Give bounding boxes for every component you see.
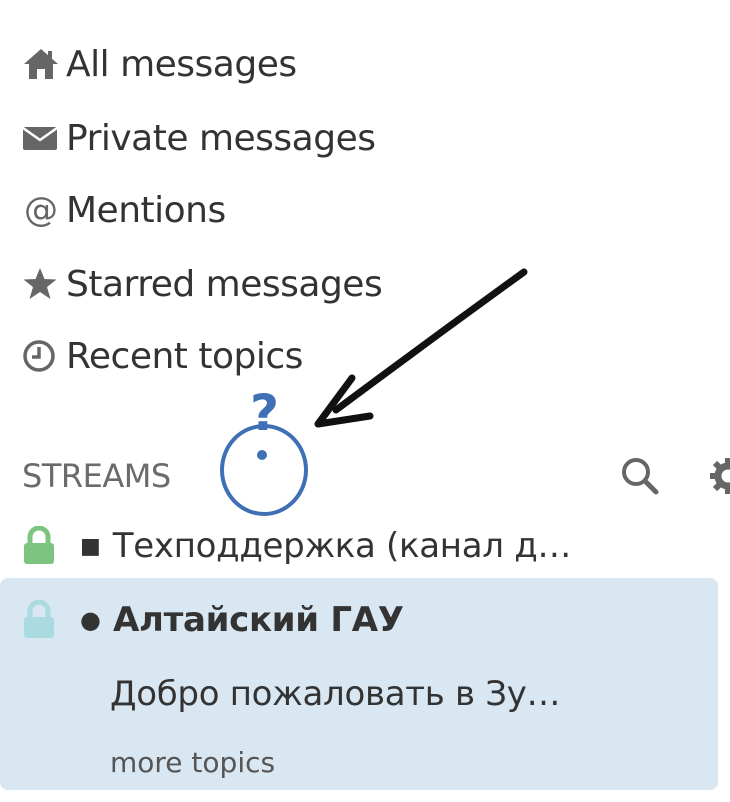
at-icon: @	[24, 190, 58, 230]
envelope-icon	[22, 118, 66, 158]
stream-privacy-marker: ●	[80, 606, 101, 634]
search-icon[interactable]	[618, 454, 662, 498]
star-icon	[22, 264, 66, 304]
lock-icon	[22, 599, 56, 640]
nav-item-all-messages[interactable]: All messages	[22, 36, 297, 92]
stream-privacy-marker: ■	[80, 533, 101, 559]
stream-item-techsupport[interactable]: ■ Техподдержка (канал д…	[22, 518, 712, 574]
nav-item-label: Private messages	[66, 117, 376, 159]
stream-name[interactable]: Алтайский ГАУ	[113, 600, 404, 640]
nav-item-recent-topics[interactable]: Recent topics	[22, 328, 303, 384]
stream-item-altai-gau[interactable]: ● Алтайский ГАУ	[22, 592, 712, 648]
annotation-question-mark: ?	[250, 384, 279, 442]
nav-item-label: Mentions	[66, 189, 226, 231]
gear-icon[interactable]	[706, 454, 730, 498]
nav-item-label: Starred messages	[66, 263, 383, 305]
stream-name[interactable]: Техподдержка (канал д…	[113, 526, 572, 566]
nav-item-mentions[interactable]: @ Mentions	[22, 182, 226, 238]
more-topics-label[interactable]: more topics	[110, 746, 275, 779]
nav-item-label: All messages	[66, 43, 297, 85]
nav-item-private-messages[interactable]: Private messages	[22, 110, 376, 166]
topic-item[interactable]: Добро пожаловать в Зу…	[110, 666, 561, 722]
streams-header: STREAMS	[22, 450, 730, 502]
more-topics-link[interactable]: more topics	[110, 734, 275, 790]
nav-item-label: Recent topics	[66, 335, 303, 377]
lock-icon	[22, 525, 56, 566]
streams-title[interactable]: STREAMS	[22, 457, 171, 495]
clock-icon	[22, 336, 66, 376]
nav-item-starred-messages[interactable]: Starred messages	[22, 256, 383, 312]
home-icon	[22, 44, 66, 84]
topic-label[interactable]: Добро пожаловать в Зу…	[110, 674, 561, 714]
